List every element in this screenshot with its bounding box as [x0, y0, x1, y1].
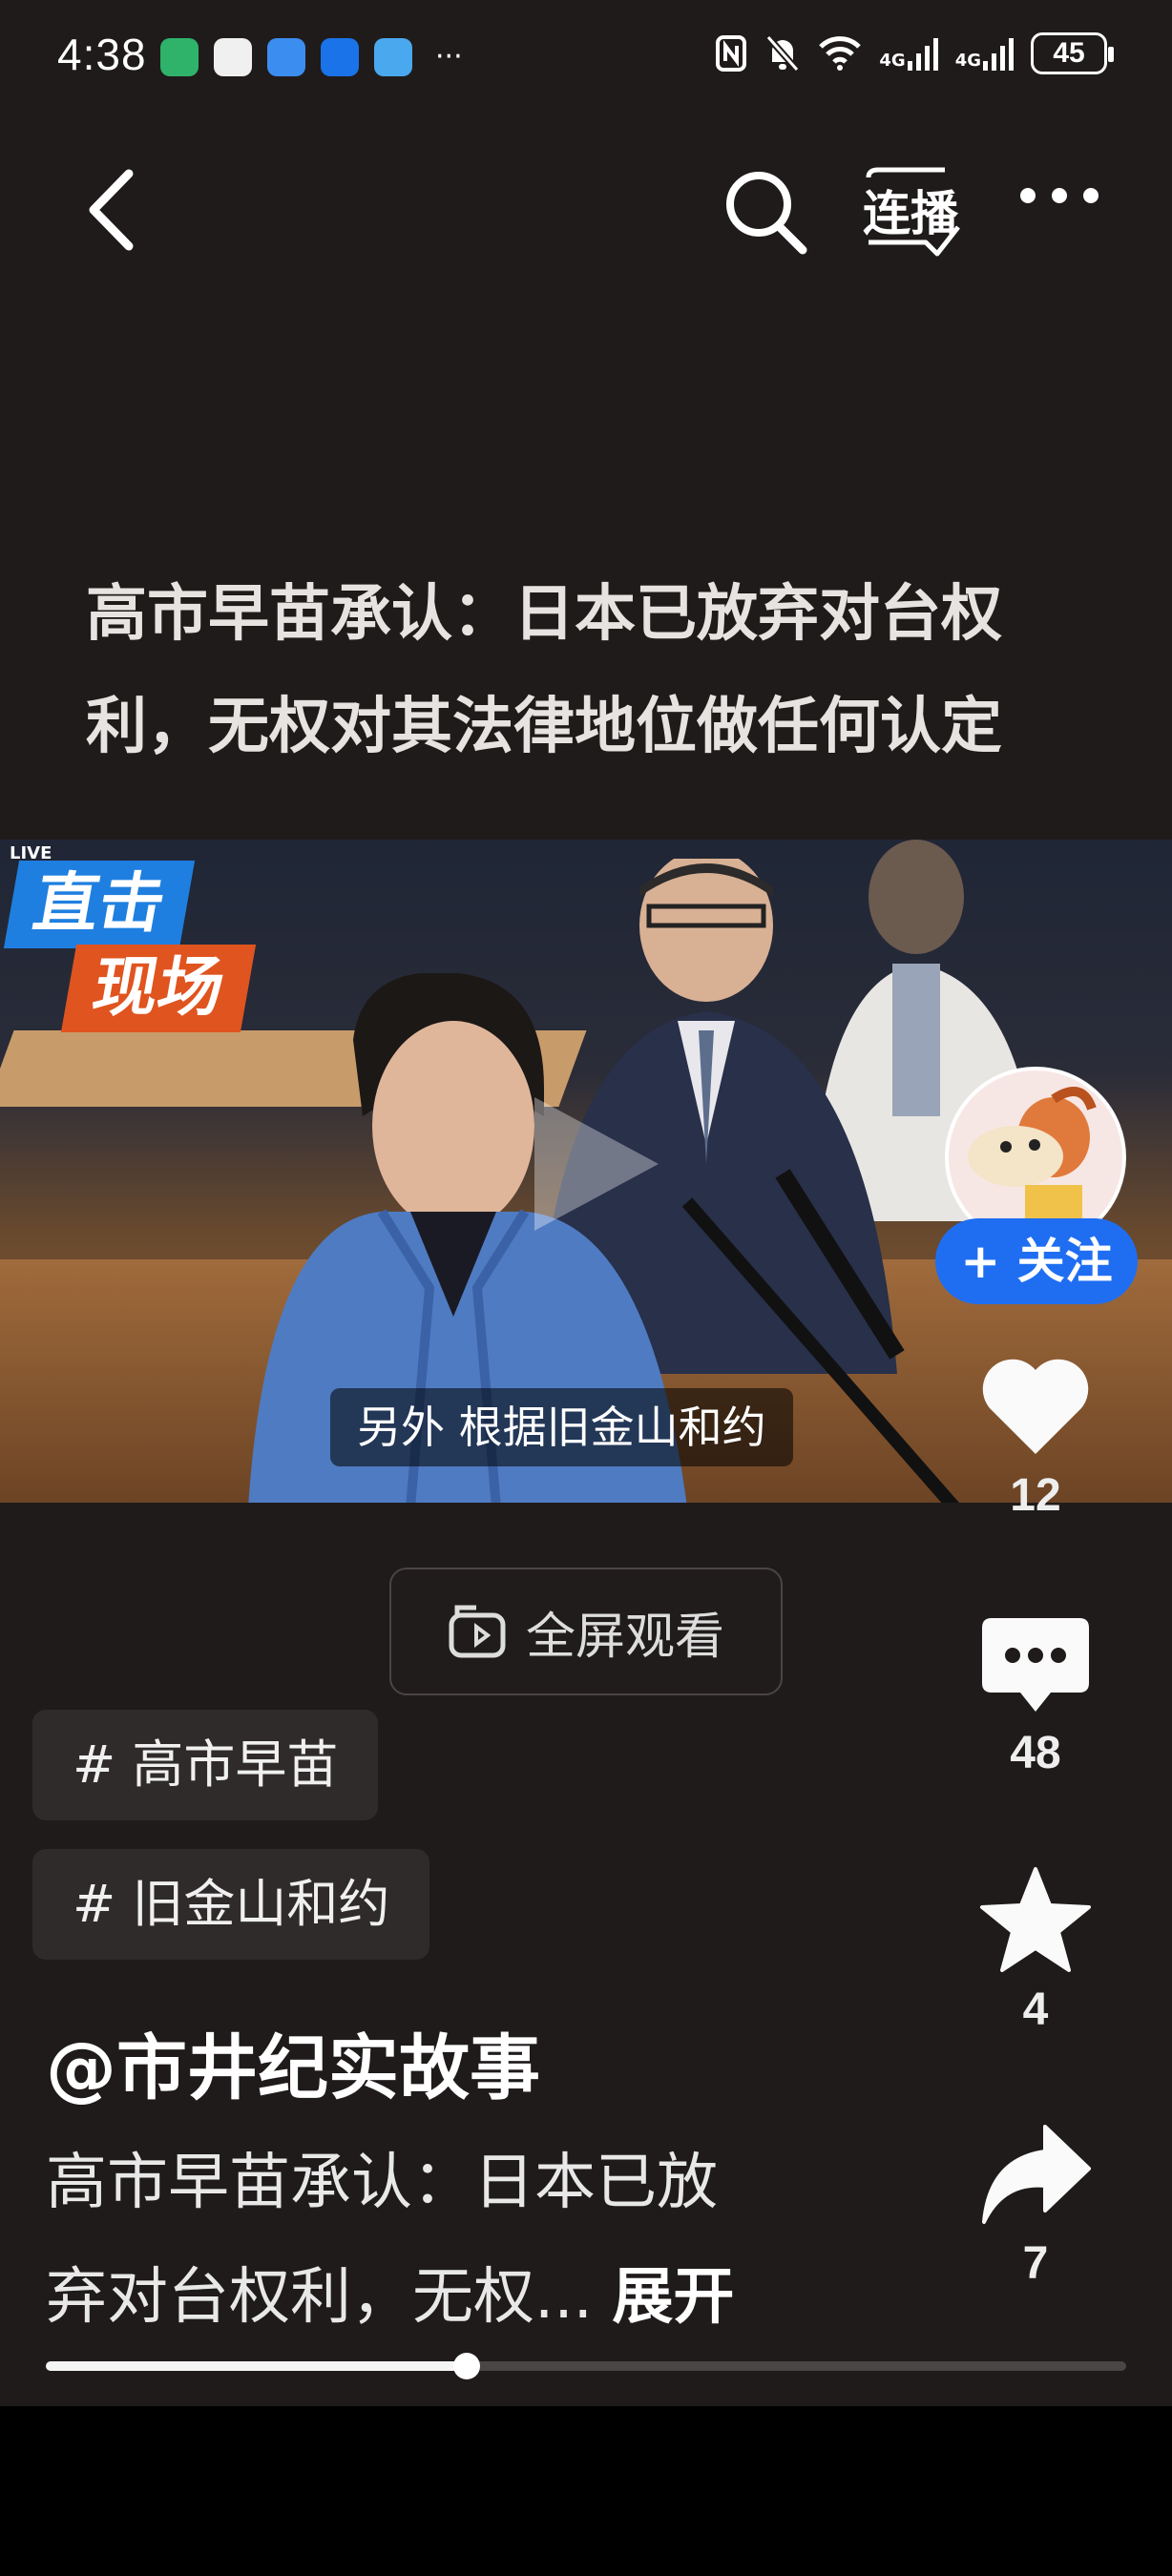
progress-bar[interactable] — [46, 2353, 1126, 2379]
headline-line-1: 高市早苗承认：日本已放弃对台权 — [86, 579, 1002, 650]
hashtag-chip[interactable]: # 旧金山和约 — [32, 1849, 430, 1960]
progress-knob[interactable] — [453, 2353, 481, 2379]
top-nav: 连播 — [0, 134, 1172, 277]
notification-icons: ··· — [160, 38, 463, 76]
favorite-action[interactable]: 4 — [964, 1865, 1107, 2036]
network-label-1: 4G — [879, 51, 906, 71]
mute-bell-icon — [765, 34, 800, 73]
video-headline: 高市早苗承认：日本已放弃对台权 利，无权对其法律地位做任何认定 — [86, 558, 1088, 783]
favorite-count: 4 — [1022, 1984, 1049, 2035]
like-action[interactable]: 12 — [964, 1355, 1107, 1522]
more-dots-icon[interactable] — [1016, 181, 1102, 210]
signal-1: 4G — [879, 36, 938, 71]
nfc-icon — [716, 35, 747, 72]
share-icon — [982, 2125, 1091, 2224]
share-action[interactable]: 7 — [964, 2123, 1107, 2290]
video-tag-line-2: 现场 — [60, 945, 257, 1032]
description-line-1: 高市早苗承认：日本已放 — [46, 2148, 718, 2218]
like-count: 12 — [1010, 1470, 1061, 1521]
comment-icon — [982, 1618, 1089, 1712]
star-icon — [980, 1867, 1091, 1972]
share-count: 7 — [1022, 2238, 1049, 2289]
headline-line-2: 利，无权对其法律地位做任何认定 — [86, 692, 1002, 762]
status-time: 4:38 — [57, 30, 147, 79]
more-notifications-icon: ··· — [435, 40, 463, 73]
signal-2: 4G — [955, 36, 1014, 71]
search-icon[interactable] — [721, 162, 810, 258]
progress-fill — [46, 2361, 468, 2371]
heart-icon — [982, 1359, 1089, 1454]
app-circle-icon — [374, 38, 412, 76]
signal-bars-icon — [907, 38, 938, 71]
video-tag-line-1: 直击 — [3, 861, 196, 948]
status-bar: 4:38 ··· 4G 4G 45 — [0, 0, 1172, 114]
status-right: 4G 4G 45 — [715, 32, 1114, 74]
autoplay-arrow-icon — [866, 167, 960, 257]
play-icon[interactable] — [534, 1097, 659, 1231]
expand-link[interactable]: 展开 — [612, 2262, 734, 2333]
fullscreen-label: 全屏观看 — [525, 1608, 724, 1666]
signal-bars-icon — [983, 38, 1014, 71]
app-browser-icon — [267, 38, 305, 76]
follow-button[interactable]: + 关注 — [935, 1218, 1138, 1304]
fullscreen-button[interactable]: 全屏观看 — [389, 1568, 783, 1695]
description-line-2-text: 弃对台权利，无权... — [46, 2262, 594, 2333]
battery-indicator: 45 — [1031, 32, 1114, 74]
wifi-icon — [819, 36, 862, 71]
back-arrow-icon[interactable] — [76, 162, 143, 258]
description-line-2: 弃对台权利，无权... 展开 — [46, 2240, 828, 2355]
autoplay-button[interactable]: 连播 — [859, 166, 964, 258]
app-chart-icon — [214, 38, 252, 76]
app-home-icon — [160, 38, 199, 76]
hashtag-chip[interactable]: # 高市早苗 — [32, 1710, 379, 1820]
video-subtitle: 另外 根据旧金山和约 — [330, 1388, 793, 1466]
author-name[interactable]: @市井纪实故事 — [46, 2011, 540, 2113]
network-label-2: 4G — [954, 51, 981, 71]
fullscreen-icon — [449, 1605, 506, 1658]
bottom-area — [0, 2406, 1172, 2576]
app-bulb-icon — [321, 38, 359, 76]
comment-action[interactable]: 48 — [964, 1612, 1107, 1779]
comment-count: 48 — [1010, 1728, 1061, 1778]
video-description[interactable]: 高市早苗承认：日本已放 弃对台权利，无权... 展开 — [46, 2126, 828, 2355]
